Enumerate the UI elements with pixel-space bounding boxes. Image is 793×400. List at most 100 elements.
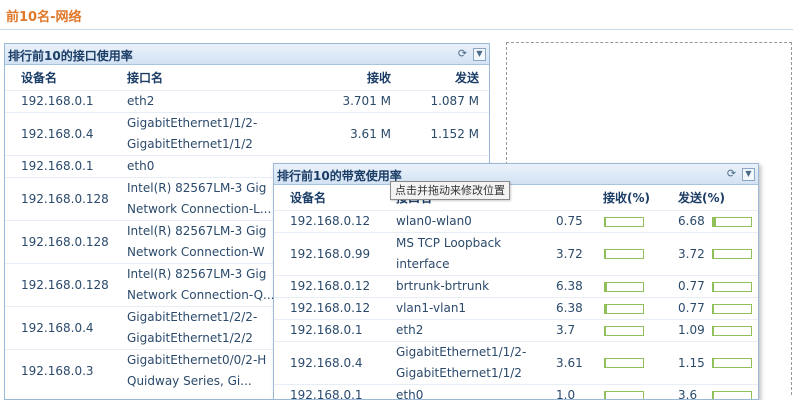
- send-bar-cell: [712, 298, 758, 320]
- spacer: [5, 113, 21, 156]
- bandwidth-panel-title: 排行前10的带宽使用率: [277, 167, 402, 184]
- send-pct-cell: 0.77: [668, 276, 712, 298]
- interface-cell: vlan1-vlan1: [396, 298, 556, 320]
- recv-usage-fill: [605, 250, 606, 258]
- device-cell: 192.168.0.128: [21, 178, 127, 221]
- bandwidth-usage-panel[interactable]: 排行前10的带宽使用率 ⟳ ▼ 设备名 接口名 接收(%) 发送(%) 192.…: [273, 163, 759, 400]
- col-device[interactable]: 设备名: [21, 65, 127, 91]
- refresh-icon[interactable]: ⟳: [456, 47, 469, 60]
- recv-bar-cell: [604, 385, 668, 400]
- send-cell: 1.087 M: [399, 91, 479, 113]
- col-send-pct[interactable]: 发送(%): [668, 185, 758, 211]
- send-usage-bar: [712, 391, 752, 400]
- send-bar-cell: [712, 320, 758, 342]
- recv-pct-cell: 3.61: [556, 342, 604, 385]
- interface-cell: Intel(R) 82567LM-3 GigNetwork Connection…: [127, 178, 287, 221]
- col-send[interactable]: 发送: [399, 65, 479, 91]
- recv-usage-bar: [604, 326, 644, 336]
- interface-panel-title: 排行前10的接口使用率: [8, 47, 133, 64]
- interface-name-line2: GigabitEthernet1/1/2: [396, 363, 556, 384]
- interface-panel-header[interactable]: 排行前10的接口使用率 ⟳ ▼: [5, 44, 489, 65]
- recv-bar-cell: [604, 298, 668, 320]
- device-cell: 192.168.0.4: [21, 307, 127, 350]
- interface-cell: eth2: [127, 91, 287, 113]
- interface-name-line2: GigabitEthernet1/2/2: [127, 328, 287, 349]
- col-recv[interactable]: 接收: [287, 65, 399, 91]
- spacer: [5, 156, 21, 178]
- device-cell: 192.168.0.1: [21, 91, 127, 113]
- table-row[interactable]: 192.168.0.12vlan1-vlan16.380.77: [274, 298, 758, 320]
- send-bar-cell: [712, 342, 758, 385]
- col-recv-pct[interactable]: 接收(%): [556, 185, 668, 211]
- device-cell: 192.168.0.99: [290, 233, 396, 276]
- spacer: [5, 350, 21, 393]
- table-row[interactable]: 192.168.0.4GigabitEthernet1/1/2-GigabitE…: [5, 113, 489, 156]
- recv-usage-fill: [605, 283, 607, 291]
- send-pct-cell: 6.68: [668, 211, 712, 233]
- send-pct-cell: 1.09: [668, 320, 712, 342]
- recv-usage-bar: [604, 391, 644, 400]
- spacer: [5, 307, 21, 350]
- send-pct-cell: 3.72: [668, 233, 712, 276]
- recv-cell: 3.701 M: [287, 91, 399, 113]
- send-bar-cell: [712, 211, 758, 233]
- send-usage-fill: [713, 250, 714, 258]
- send-usage-bar: [712, 217, 752, 227]
- table-row[interactable]: 192.168.0.12brtrunk-brtrunk6.380.77: [274, 276, 758, 298]
- page-title: 前10名-网络: [6, 6, 82, 25]
- spacer: [274, 211, 290, 233]
- refresh-icon[interactable]: ⟳: [725, 167, 738, 180]
- recv-pct-cell: 0.75: [556, 211, 604, 233]
- interface-name-line1: eth2: [127, 91, 287, 112]
- recv-usage-bar: [604, 217, 644, 227]
- collapse-icon[interactable]: ▼: [473, 48, 486, 61]
- device-cell: 192.168.0.12: [290, 298, 396, 320]
- interface-name-line2: Network Connection-Q...: [127, 285, 287, 306]
- interface-cell: eth0: [396, 385, 556, 400]
- recv-usage-bar: [604, 358, 644, 368]
- collapse-icon[interactable]: ▼: [742, 168, 755, 181]
- spacer: [274, 342, 290, 385]
- recv-pct-cell: 6.38: [556, 276, 604, 298]
- interface-name-line2: GigabitEthernet1/1/2: [127, 134, 287, 155]
- spacer: [5, 178, 21, 221]
- interface-name-line2: Quidway Series, Gi...: [127, 371, 287, 392]
- send-pct-cell: 1.15: [668, 342, 712, 385]
- interface-cell: GigabitEthernet0/0/2-HQuidway Series, Gi…: [127, 350, 287, 393]
- recv-bar-cell: [604, 211, 668, 233]
- interface-name-line2: Network Connection-L...: [127, 199, 287, 220]
- device-cell: 192.168.0.1: [21, 156, 127, 178]
- send-bar-cell: [712, 385, 758, 400]
- recv-usage-bar: [604, 304, 644, 314]
- send-usage-fill: [713, 218, 716, 226]
- bandwidth-panel-header[interactable]: 排行前10的带宽使用率 ⟳ ▼: [274, 164, 758, 185]
- interface-cell: eth2: [396, 320, 556, 342]
- interface-name-line1: brtrunk-brtrunk: [396, 276, 556, 297]
- recv-usage-fill: [605, 359, 606, 367]
- interface-name-line1: Intel(R) 82567LM-3 Gig: [127, 178, 287, 199]
- recv-bar-cell: [604, 233, 668, 276]
- table-row[interactable]: 192.168.0.4GigabitEthernet1/1/2-GigabitE…: [274, 342, 758, 385]
- recv-pct-cell: 3.7: [556, 320, 604, 342]
- interface-name-line1: Intel(R) 82567LM-3 Gig: [127, 264, 287, 285]
- recv-bar-cell: [604, 276, 668, 298]
- title-divider: [0, 29, 793, 30]
- recv-usage-bar: [604, 249, 644, 259]
- recv-pct-cell: 3.72: [556, 233, 604, 276]
- recv-pct-cell: 1.0: [556, 385, 604, 400]
- col-interface[interactable]: 接口名: [127, 65, 287, 91]
- table-row[interactable]: 192.168.0.1eth23.7 1.09: [274, 320, 758, 342]
- device-cell: 192.168.0.4: [290, 342, 396, 385]
- col-device[interactable]: 设备名: [290, 185, 396, 211]
- table-row[interactable]: 192.168.0.99MS TCP Loopbackinterface3.72…: [274, 233, 758, 276]
- send-pct-cell: 3.6: [668, 385, 712, 400]
- table-row[interactable]: 192.168.0.1eth01.03.6: [274, 385, 758, 400]
- spacer: [274, 276, 290, 298]
- interface-name-line1: MS TCP Loopback: [396, 233, 556, 254]
- send-bar-cell: [712, 233, 758, 276]
- device-cell: 192.168.0.1: [290, 320, 396, 342]
- spacer: [5, 264, 21, 307]
- table-row[interactable]: 192.168.0.1eth23.701 M1.087 M: [5, 91, 489, 113]
- send-usage-fill: [713, 392, 714, 400]
- table-row[interactable]: 192.168.0.12wlan0-wlan00.756.68: [274, 211, 758, 233]
